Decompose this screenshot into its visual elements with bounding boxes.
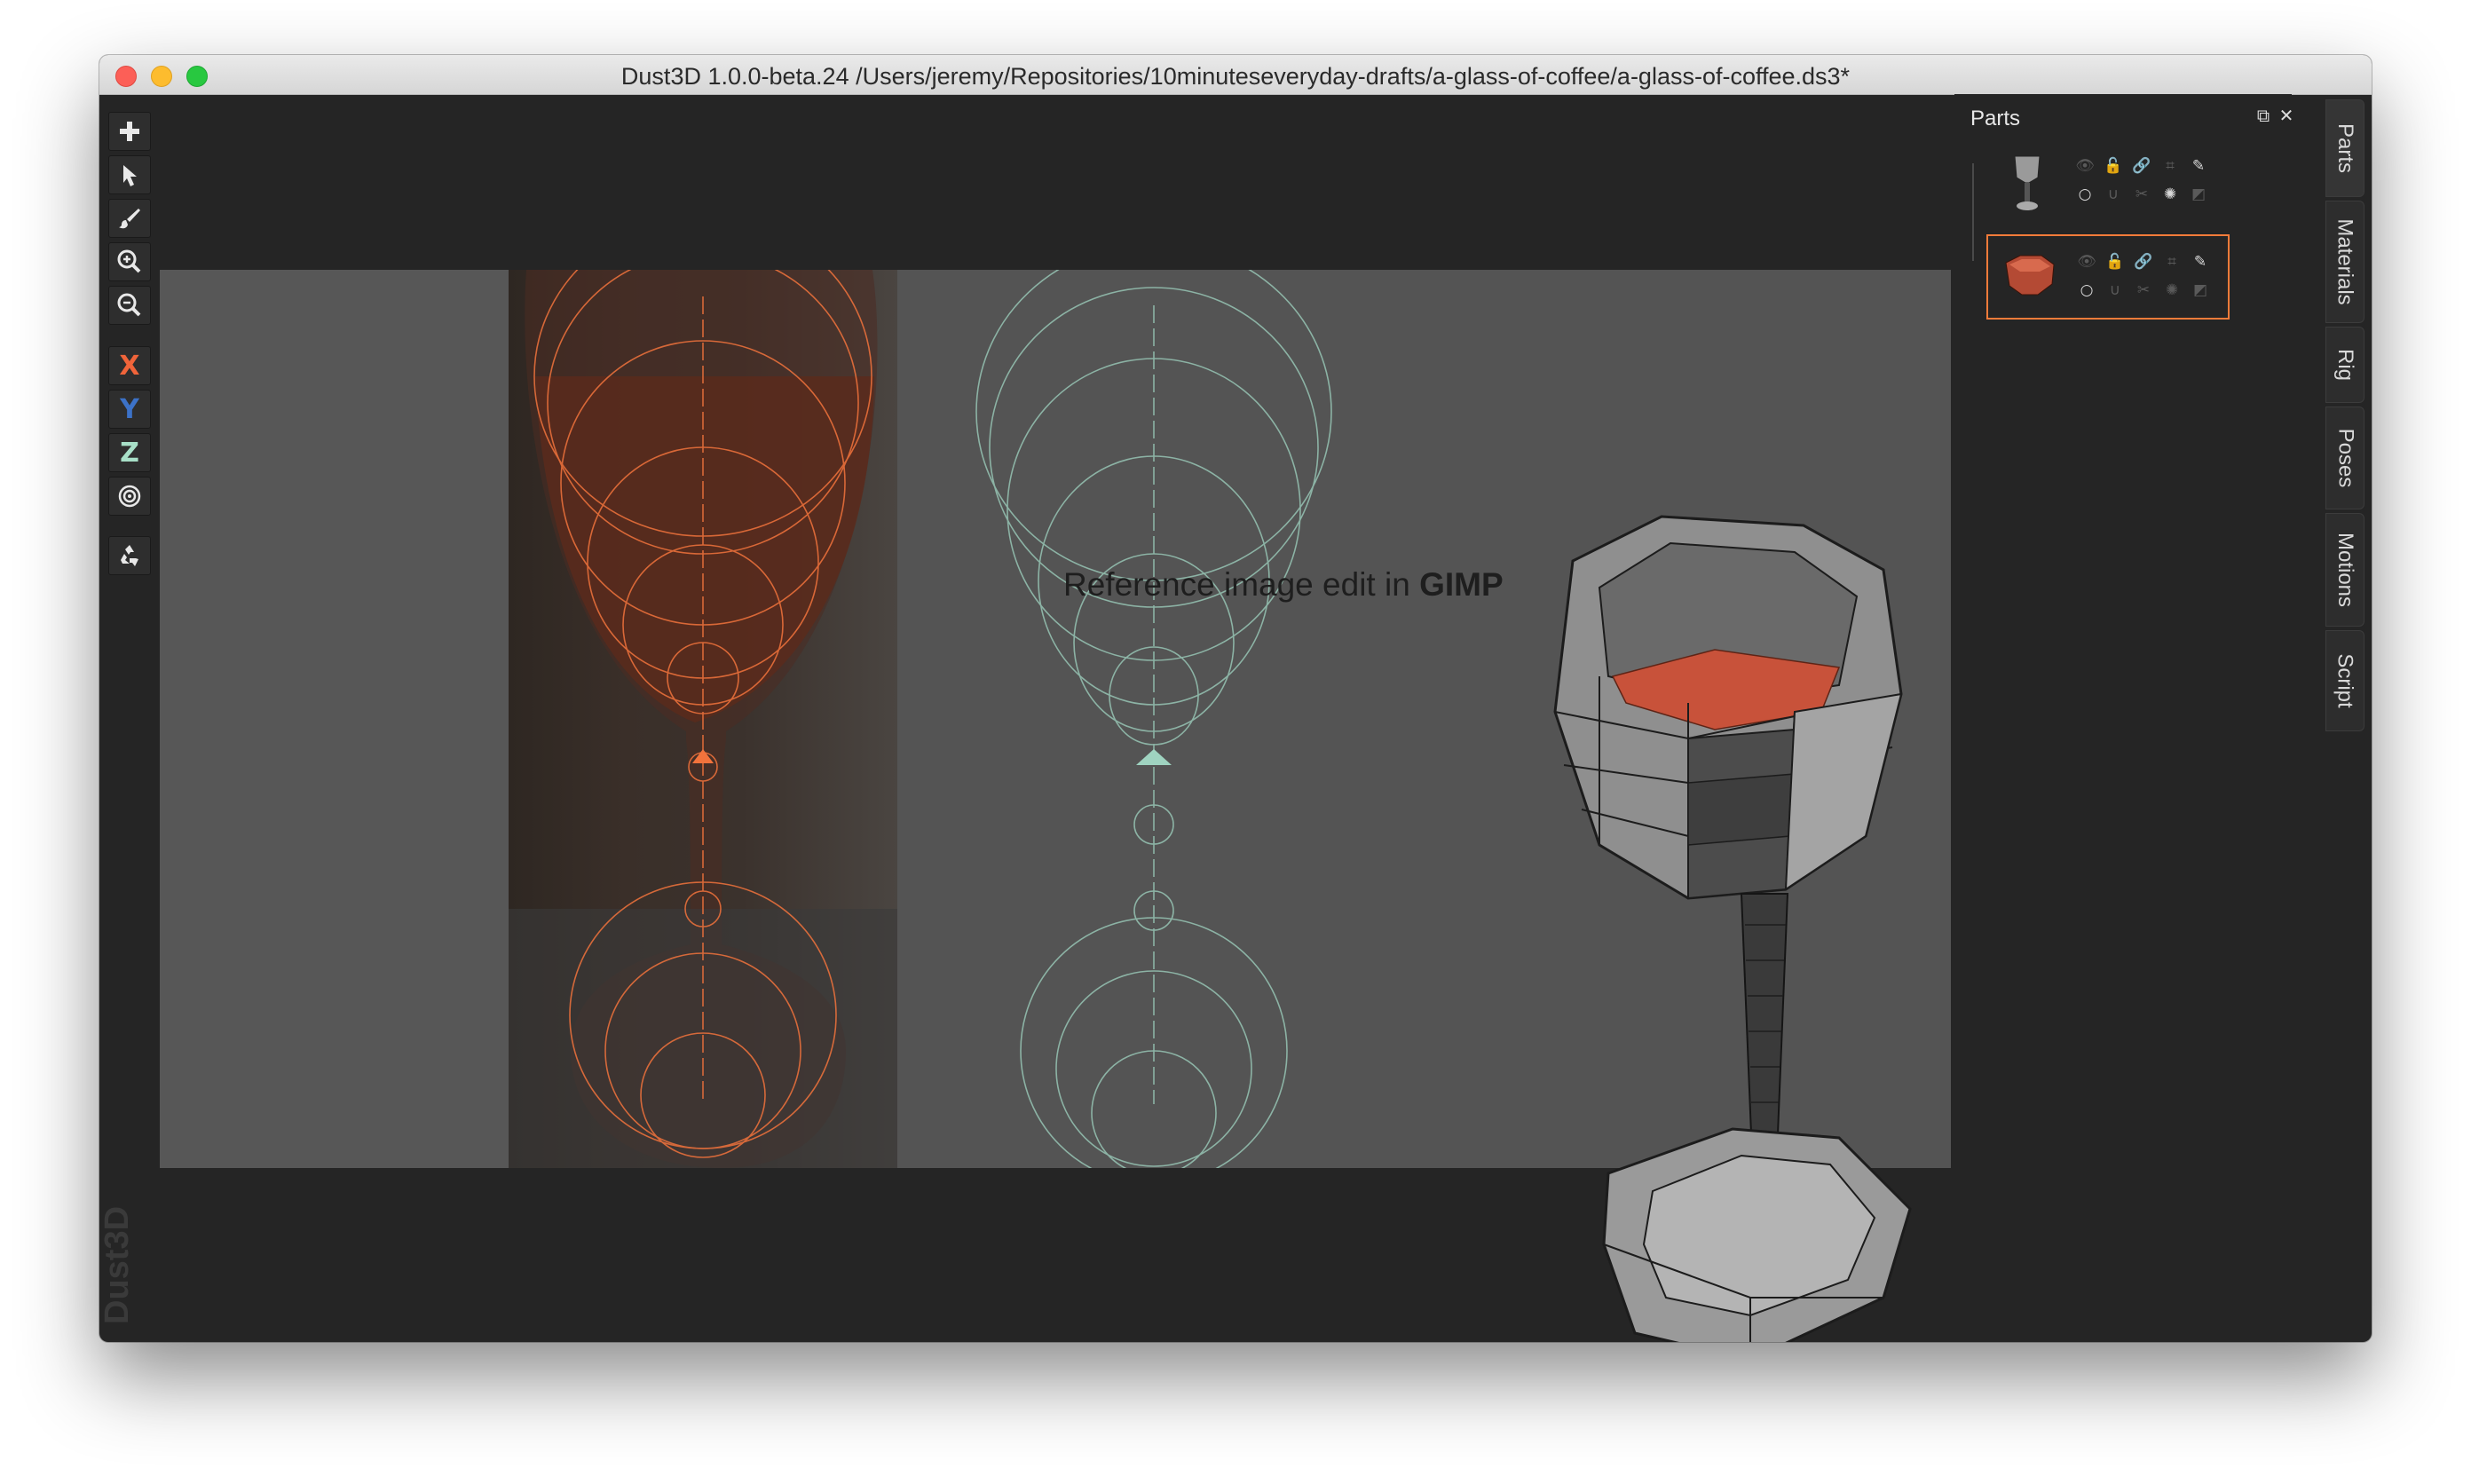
color-picker-icon[interactable]: ✎ (2189, 156, 2208, 176)
tab-materials[interactable]: Materials (2325, 201, 2364, 323)
tab-poses[interactable]: Poses (2325, 407, 2364, 509)
zoom-out-icon (117, 293, 141, 317)
zoom-out-button[interactable] (108, 286, 151, 325)
selected-node-marker-side[interactable] (1136, 749, 1172, 765)
tab-parts-label: Parts (2333, 122, 2358, 174)
subdivision-icon[interactable]: ✺ (2160, 185, 2180, 204)
add-icon (120, 122, 139, 141)
paint-button[interactable] (108, 199, 151, 238)
add-button[interactable] (108, 112, 151, 151)
part-item-coffee[interactable]: 👁 🔓 🔗 ⌗ ✎ ○ ∪ ✂ ✺ ◩ (1986, 234, 2230, 320)
recycle-icon (121, 545, 138, 566)
radius-icon (118, 485, 141, 508)
dust3d-logo: Dust3D (99, 1206, 136, 1324)
link-icon[interactable]: 🔗 (2134, 252, 2153, 272)
lock-icon[interactable]: 🔓 (2105, 252, 2125, 272)
tab-parts[interactable]: Parts (2325, 99, 2364, 197)
select-icon (123, 165, 137, 186)
visibility-icon[interactable]: 👁 (2077, 252, 2096, 272)
rounded-icon[interactable]: ○ (2075, 185, 2095, 204)
z-axis-lock-button[interactable]: Z (108, 433, 151, 472)
parts-panel: Parts ⧉ ✕ 👁 🔓 🔗 ⌗ ✎ ○ ∪ ✂ ✺ ◩ 👁 🔓 🔗 ⌗ ✎ … (1954, 94, 2295, 1342)
cut-icon[interactable]: ✂ (2134, 280, 2153, 300)
chamfer-icon[interactable]: ∪ (2104, 185, 2123, 204)
radius-lock-button[interactable] (108, 477, 151, 516)
caption-text: Reference image edit in (1063, 566, 1420, 603)
side-tab-bar: Parts Materials Rig Poses Motions Script (2325, 94, 2364, 1342)
title-bar[interactable]: Dust3D 1.0.0-beta.24 /Users/jeremy/Repos… (99, 55, 2372, 95)
model-3d-preview[interactable] (1449, 446, 2017, 1342)
tab-rig[interactable]: Rig (2325, 327, 2364, 403)
tab-script[interactable]: Script (2325, 630, 2364, 731)
tab-motions-label: Motions (2333, 532, 2358, 608)
part-thumbnail-coffee (2005, 255, 2055, 296)
subdivision-icon[interactable]: ✺ (2162, 280, 2182, 300)
select-button[interactable] (108, 155, 151, 194)
float-panel-icon[interactable]: ⧉ (2254, 107, 2272, 124)
part-item-glass[interactable]: 👁 🔓 🔗 ⌗ ✎ ○ ∪ ✂ ✺ ◩ (1986, 140, 2226, 222)
x-axis-lock-button[interactable]: X (108, 346, 151, 385)
app-window: Dust3D 1.0.0-beta.24 /Users/jeremy/Repos… (99, 55, 2372, 1342)
xmirror-icon[interactable]: ◩ (2189, 185, 2208, 204)
close-panel-icon[interactable]: ✕ (2278, 107, 2295, 124)
regenerate-button[interactable] (108, 536, 151, 575)
tab-poses-label: Poses (2333, 428, 2358, 488)
part-thumbnail-glass (2014, 155, 2041, 210)
y-axis-lock-button[interactable]: Y (108, 390, 151, 429)
selected-node-marker-front[interactable] (692, 749, 714, 763)
lock-icon[interactable]: 🔓 (2104, 156, 2123, 176)
parts-panel-title: Parts (1970, 107, 2021, 130)
visibility-icon[interactable]: 👁 (2075, 156, 2095, 176)
tab-motions[interactable]: Motions (2325, 513, 2364, 627)
zoom-in-icon (117, 249, 141, 273)
mesh-icon[interactable]: ⌗ (2160, 156, 2180, 176)
link-icon[interactable]: 🔗 (2132, 156, 2151, 176)
tab-materials-label: Materials (2333, 218, 2358, 305)
rounded-icon[interactable]: ○ (2077, 280, 2096, 300)
window-title: Dust3D 1.0.0-beta.24 /Users/jeremy/Repos… (620, 63, 1851, 90)
tab-rig-label: Rig (2333, 348, 2357, 382)
zoom-in-button[interactable] (108, 242, 151, 281)
xmirror-icon[interactable]: ◩ (2191, 280, 2210, 300)
tree-connector (1972, 163, 1974, 261)
tab-script-label: Script (2333, 653, 2358, 708)
chamfer-icon[interactable]: ∪ (2105, 280, 2125, 300)
reference-image-caption: Reference image edit in GIMP (1063, 566, 1504, 604)
color-picker-icon[interactable]: ✎ (2191, 252, 2210, 272)
svg-text:Dust3D: Dust3D (99, 1206, 136, 1324)
mesh-icon[interactable]: ⌗ (2162, 252, 2182, 272)
cut-icon[interactable]: ✂ (2132, 185, 2151, 204)
paint-brush-icon (119, 209, 140, 229)
